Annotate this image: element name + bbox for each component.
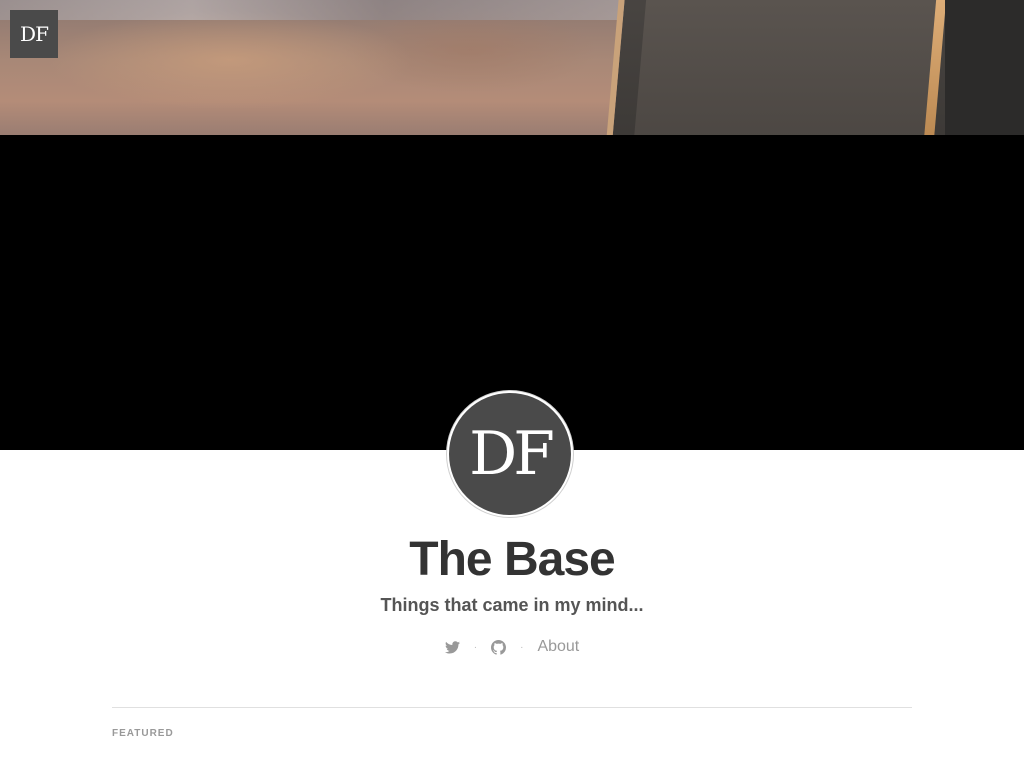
github-link[interactable] bbox=[491, 639, 507, 655]
nav-separator: · bbox=[520, 641, 524, 653]
blog-title: The Base bbox=[409, 533, 615, 586]
social-nav: · · About bbox=[0, 638, 1024, 656]
about-link[interactable]: About bbox=[537, 638, 579, 656]
author-avatar: DF bbox=[447, 391, 573, 517]
twitter-link[interactable] bbox=[444, 640, 460, 654]
blog-logo[interactable]: DF bbox=[10, 10, 58, 58]
nav-separator: · bbox=[473, 641, 478, 653]
github-icon bbox=[491, 639, 507, 655]
blog-description: Things that came in my mind... bbox=[380, 595, 644, 615]
cover-image bbox=[0, 0, 1024, 135]
cover-header: DF bbox=[0, 0, 1024, 450]
twitter-icon bbox=[444, 640, 460, 653]
featured-section-label: FEATURED bbox=[112, 728, 174, 739]
section-divider bbox=[112, 707, 912, 708]
